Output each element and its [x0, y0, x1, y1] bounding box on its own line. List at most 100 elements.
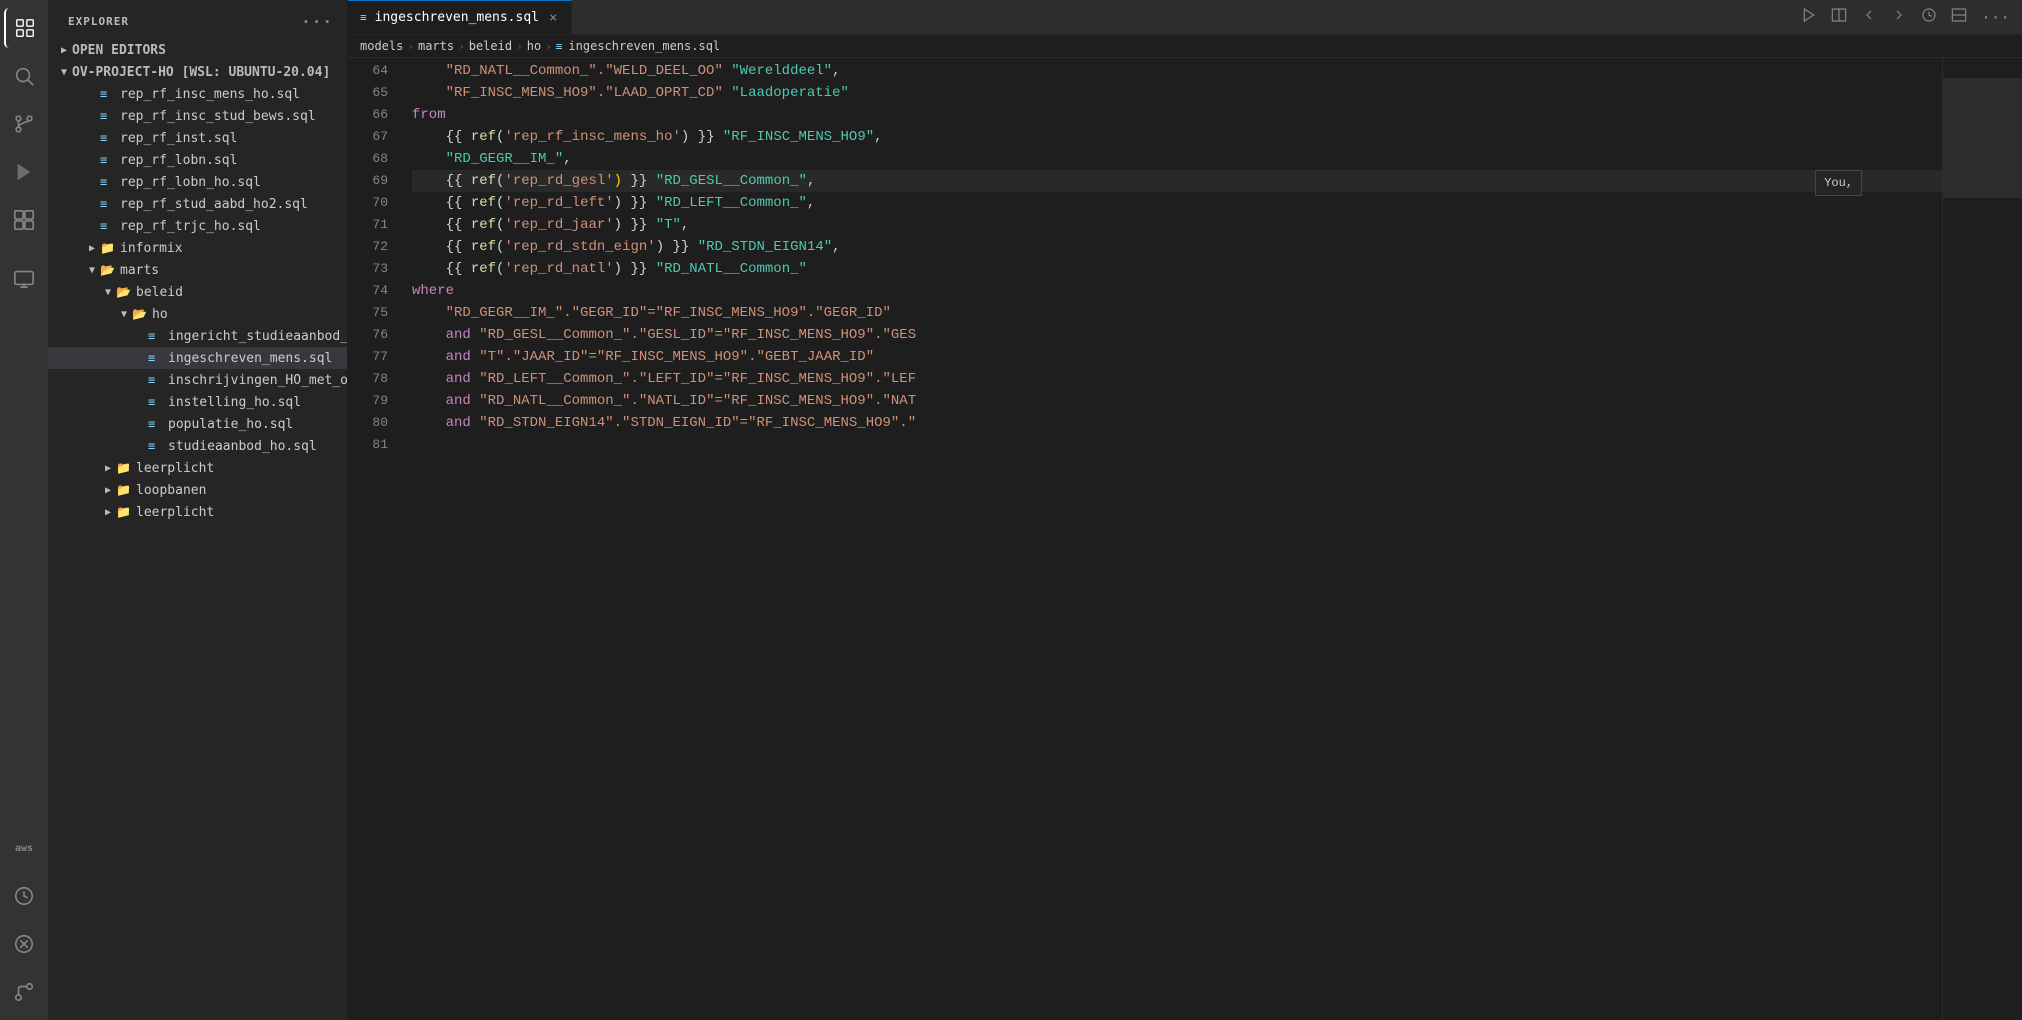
code-line-69: {{ ref('rep_rd_gesl') }} "RD_GESL__Commo… — [412, 170, 1942, 192]
split-vertical-icon[interactable] — [1947, 3, 1971, 31]
breadcrumb-file-icon: ≡ — [556, 40, 563, 53]
code-editor[interactable]: 64 65 66 67 68 69 70 71 72 73 74 75 76 7… — [348, 58, 2022, 1020]
split-editor-icon[interactable] — [1827, 3, 1851, 31]
code-line-71: {{ ref('rep_rd_jaar') }} "T", — [412, 214, 1942, 236]
loopbanen-chevron: ▶ — [100, 485, 116, 496]
project-root-item[interactable]: ▼ OV-PROJECT-HO [WSL: UBUNTU-20.04] — [48, 61, 347, 83]
file-inschrijvingen_HO_met_overervingen[interactable]: ≡ inschrijvingen_HO_met_overervingen.sql — [48, 369, 347, 391]
run-debug-icon[interactable] — [4, 152, 44, 192]
loopbanen-folder-icon: 📁 — [116, 483, 132, 497]
sql-file-icon8: ≡ — [148, 329, 164, 343]
more-options-icon[interactable]: ··· — [299, 10, 335, 33]
code-line-81 — [412, 434, 1942, 456]
leerplicht-chevron: ▶ — [100, 463, 116, 474]
source-control-icon[interactable] — [4, 104, 44, 144]
folder-open-icon: 📂 — [100, 263, 116, 277]
file-studieaanbod_ho[interactable]: ≡ studieaanbod_ho.sql — [48, 435, 347, 457]
file-rep_rf_trjc_ho[interactable]: ≡ rep_rf_trjc_ho.sql — [48, 215, 347, 237]
editor-area: ≡ ingeschreven_mens.sql × — [348, 0, 2022, 1020]
ho-folder-icon: 📂 — [132, 307, 148, 321]
code-line-70: {{ ref('rep_rd_left') }} "RD_LEFT__Commo… — [412, 192, 1942, 214]
code-line-74: where — [412, 280, 1942, 302]
sidebar-title: EXPLORER — [68, 15, 129, 28]
folder-marts[interactable]: ▼ 📂 marts — [48, 259, 347, 281]
code-content[interactable]: "RD_NATL__Common_"."WELD_DEEL_OO" "Werel… — [398, 58, 1942, 1020]
sql-file-icon9: ≡ — [148, 351, 164, 365]
tab-bar: ≡ ingeschreven_mens.sql × — [348, 0, 2022, 35]
more-actions-icon[interactable]: ··· — [1977, 4, 2014, 31]
file-instelling_ho[interactable]: ≡ instelling_ho.sql — [48, 391, 347, 413]
tab-filename: ingeschreven_mens.sql — [375, 10, 539, 25]
breadcrumb-beleid[interactable]: beleid — [469, 39, 512, 53]
sidebar-header-icons: ··· — [299, 10, 335, 33]
timeline-icon[interactable] — [1917, 3, 1941, 31]
minimap-slider[interactable] — [1943, 78, 2022, 198]
beleid-folder-icon: 📂 — [116, 285, 132, 299]
sql-file-icon12: ≡ — [148, 417, 164, 431]
sql-file-icon5: ≡ — [100, 175, 116, 189]
project-chevron: ▼ — [56, 67, 72, 78]
file-ingeschreven_mens[interactable]: ≡ ingeschreven_mens.sql — [48, 347, 347, 369]
minimap — [1942, 58, 2022, 1020]
sidebar: EXPLORER ··· ▶ OPEN EDITORS ▼ OV-PROJECT… — [48, 0, 348, 1020]
leerplicht-folder-icon: 📁 — [116, 461, 132, 475]
open-editors-label: OPEN EDITORS — [72, 43, 166, 58]
breadcrumb-ho[interactable]: ho — [527, 39, 541, 53]
plugin-icon[interactable] — [4, 924, 44, 964]
file-rep_rf_lobn[interactable]: ≡ rep_rf_lobn.sql — [48, 149, 347, 171]
aws-icon[interactable]: aws — [4, 828, 44, 868]
file-ingericht_studieaanbod_ho[interactable]: ≡ ingericht_studieaanbod_ho.sql — [48, 325, 347, 347]
code-line-66: from — [412, 104, 1942, 126]
file-rep_rf_insc_stud_bews[interactable]: ≡ rep_rf_insc_stud_bews.sql — [48, 105, 347, 127]
file-populatie_ho[interactable]: ≡ populatie_ho.sql — [48, 413, 347, 435]
ho-chevron: ▼ — [116, 309, 132, 320]
run-action-icon[interactable] — [1797, 3, 1821, 31]
tab-close-button[interactable]: × — [547, 8, 559, 28]
breadcrumb-file[interactable]: ingeschreven_mens.sql — [568, 39, 720, 53]
folder-leerplicht[interactable]: ▶ 📁 leerplicht — [48, 457, 347, 479]
beleid-chevron: ▼ — [100, 287, 116, 298]
folder-closed-icon: 📁 — [100, 241, 116, 255]
code-line-78: and "RD_LEFT__Common_"."LEFT_ID"="RF_INS… — [412, 368, 1942, 390]
open-editors-section[interactable]: ▶ OPEN EDITORS — [48, 39, 347, 61]
folder-loopbanen[interactable]: ▶ 📁 loopbanen — [48, 479, 347, 501]
breadcrumb-marts[interactable]: marts — [418, 39, 454, 53]
line-numbers: 64 65 66 67 68 69 70 71 72 73 74 75 76 7… — [348, 58, 398, 1020]
code-line-67: {{ ref('rep_rf_insc_mens_ho') }} "RF_INS… — [412, 126, 1942, 148]
breadcrumb-models[interactable]: models — [360, 39, 403, 53]
git-bottom-icon[interactable] — [4, 972, 44, 1012]
code-line-79: and "RD_NATL__Common_"."NATL_ID"="RF_INS… — [412, 390, 1942, 412]
breadcrumb: models › marts › beleid › ho › ≡ ingesch… — [348, 35, 2022, 58]
folder-leerplicht2[interactable]: ▶ 📁 leerplicht — [48, 501, 347, 523]
explorer-icon[interactable] — [4, 8, 44, 48]
code-line-80: and "RD_STDN_EIGN14"."STDN_EIGN_ID"="RF_… — [412, 412, 1942, 434]
remote-icon[interactable] — [4, 258, 44, 298]
file-rep_rf_lobn_ho[interactable]: ≡ rep_rf_lobn_ho.sql — [48, 171, 347, 193]
sql-file-icon4: ≡ — [100, 153, 116, 167]
extensions-icon[interactable] — [4, 200, 44, 240]
go-forward-icon[interactable] — [1887, 3, 1911, 31]
leerplicht2-folder-icon: 📁 — [116, 505, 132, 519]
go-back-icon[interactable] — [1857, 3, 1881, 31]
active-tab[interactable]: ≡ ingeschreven_mens.sql × — [348, 0, 572, 34]
history-icon[interactable] — [4, 876, 44, 916]
folder-ho[interactable]: ▼ 📂 ho — [48, 303, 347, 325]
file-rep_rf_inst[interactable]: ≡ rep_rf_inst.sql — [48, 127, 347, 149]
folder-informix[interactable]: ▶ 📁 informix — [48, 237, 347, 259]
code-line-64: "RD_NATL__Common_"."WELD_DEEL_OO" "Werel… — [412, 60, 1942, 82]
file-rep_rf_insc_mens_ho[interactable]: ≡ rep_rf_insc_mens_ho.sql — [48, 83, 347, 105]
informix-chevron: ▶ — [84, 243, 100, 254]
sql-file-icon10: ≡ — [148, 373, 164, 387]
marts-chevron: ▼ — [84, 265, 100, 276]
folder-beleid[interactable]: ▼ 📂 beleid — [48, 281, 347, 303]
file-tree: ▶ OPEN EDITORS ▼ OV-PROJECT-HO [WSL: UBU… — [48, 39, 347, 1020]
file-rep_rf_stud_aabd_ho2[interactable]: ≡ rep_rf_stud_aabd_ho2.sql — [48, 193, 347, 215]
code-line-68: "RD_GEGR__IM_", — [412, 148, 1942, 170]
sidebar-header: EXPLORER ··· — [48, 0, 347, 39]
code-line-76: and "RD_GESL__Common_"."GESL_ID"="RF_INS… — [412, 324, 1942, 346]
sql-file-icon: ≡ — [100, 87, 116, 101]
code-line-75: "RD_GEGR__IM_"."GEGR_ID"="RF_INSC_MENS_H… — [412, 302, 1942, 324]
activity-bar: aws — [0, 0, 48, 1020]
sql-file-icon7: ≡ — [100, 219, 116, 233]
search-icon[interactable] — [4, 56, 44, 96]
